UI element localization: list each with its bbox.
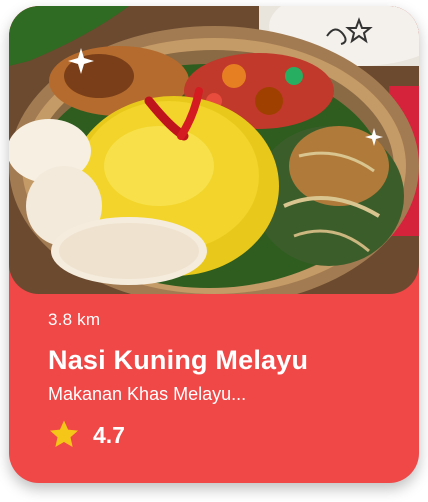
star-icon [47, 418, 81, 452]
food-card[interactable]: 3.8 km Nasi Kuning Melayu Makanan Khas M… [9, 6, 419, 483]
rating: 4.7 [47, 415, 125, 455]
food-photo [9, 6, 419, 294]
dish-subtitle: Makanan Khas Melayu... [48, 384, 247, 404]
rating-value: 4.7 [93, 421, 125, 448]
distance-label: 3.8 km [48, 310, 101, 329]
dish-title[interactable]: Nasi Kuning Melayu [48, 345, 308, 376]
